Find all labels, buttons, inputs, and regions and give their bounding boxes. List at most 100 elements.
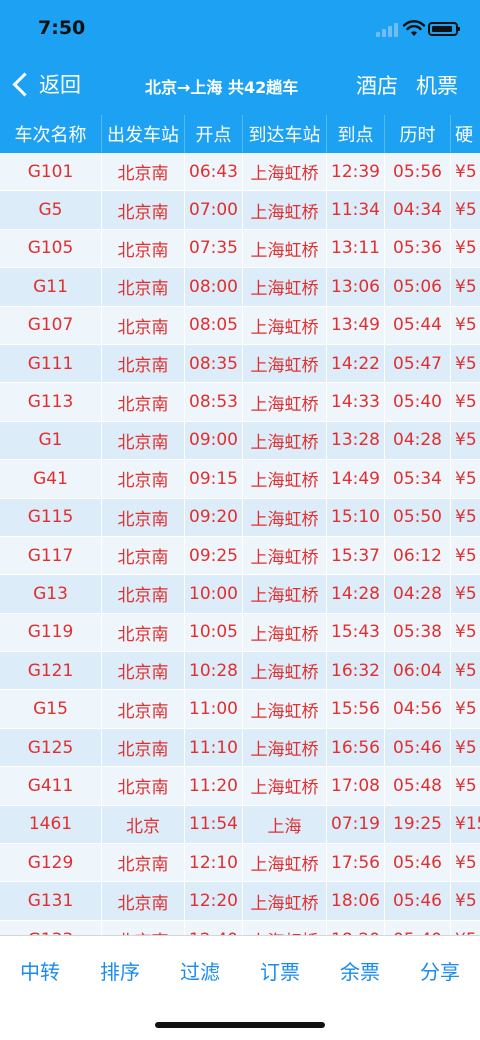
depart-time-cell: 06:43 [185,153,243,191]
column-header-seat[interactable]: 硬 [451,115,480,153]
from-station-cell: 北京南 [102,728,185,767]
table-row[interactable]: G115 北京南 09:20 上海虹桥 15:10 05:50 ¥5 [0,498,480,537]
duration-cell: 05:56 [385,153,451,191]
from-station-cell: 北京南 [102,652,185,690]
column-header-duration[interactable]: 历时 [385,115,451,153]
to-station-cell: 上海 [243,805,327,844]
depart-time-cell: 08:53 [185,383,243,421]
duration-cell: 04:34 [385,191,451,229]
table-row[interactable]: G111 北京南 08:35 上海虹桥 14:22 05:47 ¥5 [0,344,480,384]
train-number-cell: G133 [0,920,102,935]
column-header-to[interactable]: 到达车站 [243,115,327,153]
train-number-cell: G107 [0,306,102,344]
from-station-cell: 北京南 [102,191,185,229]
to-station-cell: 上海虹桥 [243,767,327,805]
transfer-button[interactable]: 中转 [20,956,60,985]
from-station-cell: 北京 [102,805,185,844]
duration-cell: 04:28 [385,421,451,460]
table-row[interactable]: G411 北京南 11:20 上海虹桥 17:08 05:48 ¥5 [0,767,480,806]
from-station-cell: 北京南 [102,153,185,191]
column-header-from[interactable]: 出发车站 [102,115,185,153]
from-station-cell: 北京南 [102,344,185,383]
arrive-time-cell: 14:28 [327,575,385,613]
book-button[interactable]: 订票 [260,956,300,985]
arrive-time-cell: 17:56 [327,844,385,882]
table-row[interactable]: G117 北京南 09:25 上海虹桥 15:37 06:12 ¥5 [0,536,480,576]
table-row[interactable]: G1 北京南 09:00 上海虹桥 13:28 04:28 ¥5 [0,421,480,461]
to-station-cell: 上海虹桥 [243,613,327,652]
train-number-cell: G115 [0,498,102,536]
to-station-cell: 上海虹桥 [243,306,327,344]
duration-cell: 05:36 [385,229,451,268]
duration-cell: 05:40 [385,383,451,421]
depart-time-cell: 09:25 [185,536,243,575]
table-row[interactable]: G101 北京南 06:43 上海虹桥 12:39 05:56 ¥5 [0,153,480,192]
depart-time-cell: 11:00 [185,690,243,728]
column-header-train[interactable]: 车次名称 [0,115,102,153]
arrive-time-cell: 18:06 [327,882,385,920]
train-number-cell: G41 [0,460,102,498]
wifi-icon [402,20,426,36]
from-station-cell: 北京南 [102,767,185,805]
seat-price-cell: ¥5 [455,276,477,297]
column-header-arrive[interactable]: 到点 [327,115,385,153]
column-header-depart[interactable]: 开点 [185,115,243,153]
back-button[interactable]: 返回 [10,69,81,99]
arrive-time-cell: 14:49 [327,460,385,498]
train-number-cell: G411 [0,767,102,805]
from-station-cell: 北京南 [102,383,185,421]
arrive-time-cell: 15:56 [327,690,385,728]
table-row[interactable]: G5 北京南 07:00 上海虹桥 11:34 04:34 ¥5 [0,191,480,230]
seat-price-cell: ¥5 [455,430,477,451]
seat-price-cell: ¥5 [455,353,477,374]
table-row[interactable]: G129 北京南 12:10 上海虹桥 17:56 05:46 ¥5 [0,844,480,883]
duration-cell: 05:40 [385,920,451,935]
to-station-cell: 上海虹桥 [243,652,327,690]
duration-cell: 04:56 [385,690,451,728]
table-row[interactable]: G15 北京南 11:00 上海虹桥 15:56 04:56 ¥5 [0,690,480,729]
table-row[interactable]: G11 北京南 08:00 上海虹桥 13:06 05:06 ¥5 [0,268,480,307]
train-number-cell: 1461 [0,805,102,844]
duration-cell: 19:25 [385,805,451,844]
table-row[interactable]: G113 北京南 08:53 上海虹桥 14:33 05:40 ¥5 [0,383,480,422]
sort-button[interactable]: 排序 [100,956,140,985]
table-row[interactable]: G121 北京南 10:28 上海虹桥 16:32 06:04 ¥5 [0,652,480,691]
table-row[interactable]: G41 北京南 09:15 上海虹桥 14:49 05:34 ¥5 [0,460,480,499]
seat-price-cell: ¥5 [455,583,477,604]
from-station-cell: 北京南 [102,421,185,460]
flight-link[interactable]: 机票 [416,70,458,100]
seat-price-cell: ¥5 [455,852,477,873]
arrive-time-cell: 14:33 [327,383,385,421]
seat-price-cell: ¥5 [455,622,477,643]
duration-cell: 05:34 [385,460,451,498]
table-row[interactable]: G125 北京南 11:10 上海虹桥 16:56 05:46 ¥5 [0,728,480,768]
table-row[interactable]: 1461北京11:54上海07:1919:25¥15 [0,805,480,845]
seat-price-cell: ¥5 [455,775,477,796]
duration-cell: 05:46 [385,844,451,882]
seat-price-cell: ¥5 [455,891,477,912]
from-station-cell: 北京南 [102,920,185,935]
table-row[interactable]: G133北京南12:40上海虹桥18:2005:40¥5 [0,920,480,936]
home-indicator [155,1022,325,1028]
table-row[interactable]: G131 北京南 12:20 上海虹桥 18:06 05:46 ¥5 [0,882,480,921]
remaining-tickets-button[interactable]: 余票 [340,956,380,985]
filter-button[interactable]: 过滤 [180,956,220,985]
seat-price-cell: ¥5 [451,921,480,936]
table-row[interactable]: G13 北京南 10:00 上海虹桥 14:28 04:28 ¥5 [0,575,480,614]
hotel-link[interactable]: 酒店 [356,70,398,100]
duration-cell: 05:06 [385,268,451,306]
nav-bar: 返回 北京→上海 共42趟车 酒店 机票 [0,62,480,106]
seat-price-cell: ¥5 [455,161,477,182]
to-station-cell: 上海虹桥 [243,728,327,767]
share-button[interactable]: 分享 [420,956,460,985]
table-row[interactable]: G105 北京南 07:35 上海虹桥 13:11 05:36 ¥5 [0,229,480,269]
from-station-cell: 北京南 [102,306,185,344]
to-station-cell: 上海虹桥 [243,844,327,882]
arrive-time-cell: 15:43 [327,613,385,652]
table-row[interactable]: G107 北京南 08:05 上海虹桥 13:49 05:44 ¥5 [0,306,480,345]
arrive-time-cell: 15:37 [327,536,385,575]
depart-time-cell: 10:05 [185,613,243,652]
table-row[interactable]: G119 北京南 10:05 上海虹桥 15:43 05:38 ¥5 [0,613,480,653]
train-number-cell: G13 [0,575,102,613]
train-list[interactable]: G101 北京南 06:43 上海虹桥 12:39 05:56 ¥5 G5 北京南 07:00 上海… [0,153,480,935]
